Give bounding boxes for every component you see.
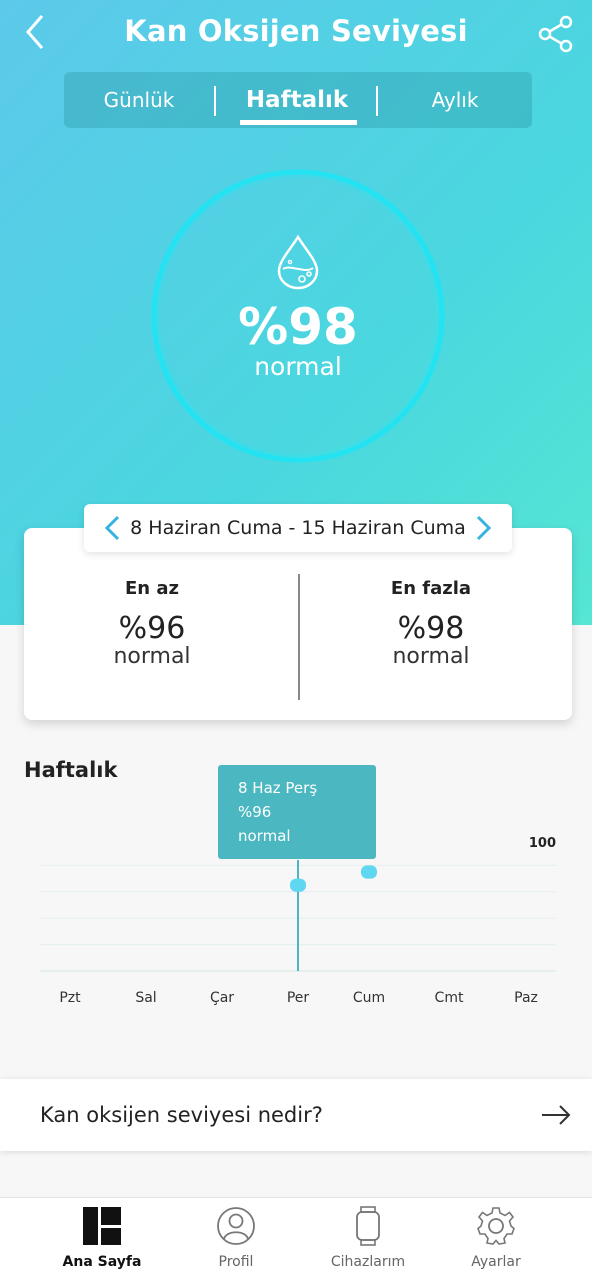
max-status: normal	[392, 644, 470, 669]
nav-label-home: Ana Sayfa	[62, 1254, 142, 1270]
min-value: %96	[118, 611, 186, 646]
x-tick-label: Cum	[353, 990, 385, 1006]
x-tick-label: Çar	[210, 990, 234, 1006]
max-label: En fazla	[390, 578, 472, 599]
period-tabs: Günlük Haftalık Aylık	[64, 72, 532, 128]
dashboard-icon	[83, 1207, 121, 1245]
water-drop-icon	[277, 234, 319, 290]
date-range-label: 8 Haziran Cuma - 15 Haziran Cuma	[130, 517, 466, 539]
chart-tooltip: 8 Haz Perş %96 normal	[218, 765, 376, 859]
top-bar: Kan Oksijen Seviyesi	[0, 0, 592, 70]
tab-monthly[interactable]: Aylık	[378, 72, 532, 128]
tooltip-status: normal	[238, 827, 291, 845]
max-stat: En fazla %98 normal	[331, 578, 531, 669]
nav-item-home[interactable]: Ana Sayfa	[42, 1198, 162, 1280]
user-icon	[217, 1207, 255, 1245]
x-tick-label: Pzt	[59, 990, 81, 1006]
x-tick-label: Sal	[135, 990, 156, 1006]
min-label: En az	[125, 578, 179, 599]
x-tick-label: Paz	[514, 990, 538, 1006]
tooltip-date: 8 Haz Perş	[238, 779, 318, 797]
chevron-right-icon[interactable]	[472, 514, 496, 542]
info-row[interactable]: Kan oksijen seviyesi nedir?	[0, 1079, 592, 1151]
x-tick-label: Per	[287, 990, 310, 1006]
summary-card: En az %96 normal En fazla %98 normal	[24, 528, 572, 720]
arrow-right-icon	[542, 1105, 571, 1125]
active-tab-underline	[240, 120, 357, 125]
nav-label-settings: Ayarlar	[471, 1254, 521, 1270]
share-icon	[538, 15, 573, 53]
min-stat: En az %96 normal	[52, 578, 252, 669]
tab-daily[interactable]: Günlük	[64, 72, 214, 128]
page-title: Kan Oksijen Seviyesi	[124, 14, 468, 48]
nav-item-devices[interactable]: Cihazlarım	[308, 1198, 428, 1280]
chevron-left-icon[interactable]	[100, 514, 124, 542]
min-status: normal	[113, 644, 191, 669]
date-range-selector: 8 Haziran Cuma - 15 Haziran Cuma	[84, 504, 512, 552]
nav-item-profile[interactable]: Profil	[176, 1198, 296, 1280]
x-tick-label: Cmt	[435, 990, 464, 1006]
tooltip-value: %96	[238, 803, 272, 821]
oxygen-value: %98	[238, 298, 358, 356]
max-value: %98	[397, 611, 465, 646]
oxygen-status: normal	[254, 352, 342, 381]
nav-label-profile: Profil	[218, 1254, 254, 1270]
oxygen-gauge: %98 normal	[150, 168, 446, 464]
gear-icon	[477, 1207, 515, 1245]
nav-item-settings[interactable]: Ayarlar	[436, 1198, 556, 1280]
chart-bar-cum	[361, 865, 377, 879]
share-button[interactable]	[536, 14, 576, 54]
nav-label-devices: Cihazlarım	[330, 1254, 406, 1270]
watch-icon	[356, 1206, 380, 1246]
chart-bar-per	[290, 878, 306, 892]
bottom-nav: Ana Sayfa Profil Cihazlarım Ayarlar	[0, 1197, 592, 1280]
info-label: Kan oksijen seviyesi nedir?	[40, 1103, 323, 1127]
y-tick-label: 100	[529, 836, 556, 851]
summary-divider	[298, 574, 300, 700]
